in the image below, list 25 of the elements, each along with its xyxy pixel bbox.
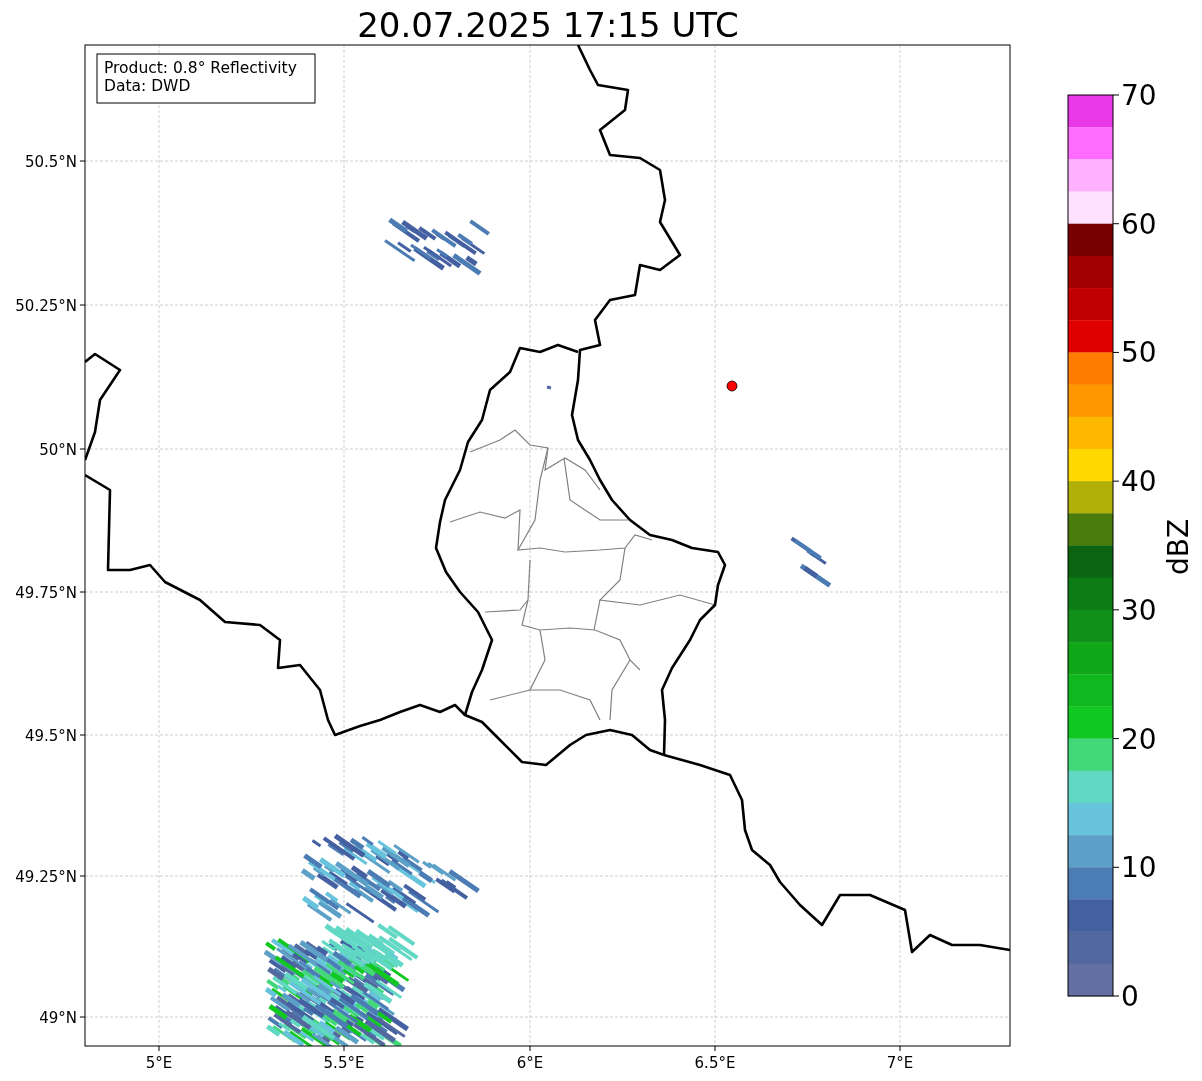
latitude-label: 49°N xyxy=(39,1009,77,1027)
info-text: Data: DWD xyxy=(104,77,191,95)
info-text: Product: 0.8° Reflectivity xyxy=(104,59,297,77)
latitude-label: 49.5°N xyxy=(24,727,77,745)
longitude-label: 5.5°E xyxy=(323,1054,365,1072)
chart-title: 20.07.2025 17:15 UTC xyxy=(357,5,739,45)
latitude-label: 50.25°N xyxy=(15,297,77,315)
colorbar-tick-label: 20 xyxy=(1121,722,1157,756)
colorbar-tick-label: 40 xyxy=(1121,465,1157,499)
latitude-label: 50.5°N xyxy=(24,153,77,171)
longitude-label: 6°E xyxy=(516,1054,544,1072)
latitude-label: 49.75°N xyxy=(15,584,77,602)
colorbar-tick-label: 50 xyxy=(1121,336,1157,370)
colorbar-tick-label: 70 xyxy=(1121,79,1157,112)
longitude-label: 5°E xyxy=(145,1054,173,1072)
longitude-label: 7°E xyxy=(886,1054,914,1072)
latitude-label: 49.25°N xyxy=(15,868,77,886)
colorbar-tick-label: 30 xyxy=(1121,593,1157,627)
colorbar-tick-label: 10 xyxy=(1121,851,1157,885)
colorbar-tick-label: 0 xyxy=(1121,980,1139,1013)
colorbar-tick-label: 60 xyxy=(1121,207,1157,241)
colorbar-label: dBZ xyxy=(1162,518,1195,576)
latitude-label: 50°N xyxy=(39,441,77,459)
longitude-label: 6.5°E xyxy=(694,1054,736,1072)
location-marker-icon xyxy=(726,380,738,392)
